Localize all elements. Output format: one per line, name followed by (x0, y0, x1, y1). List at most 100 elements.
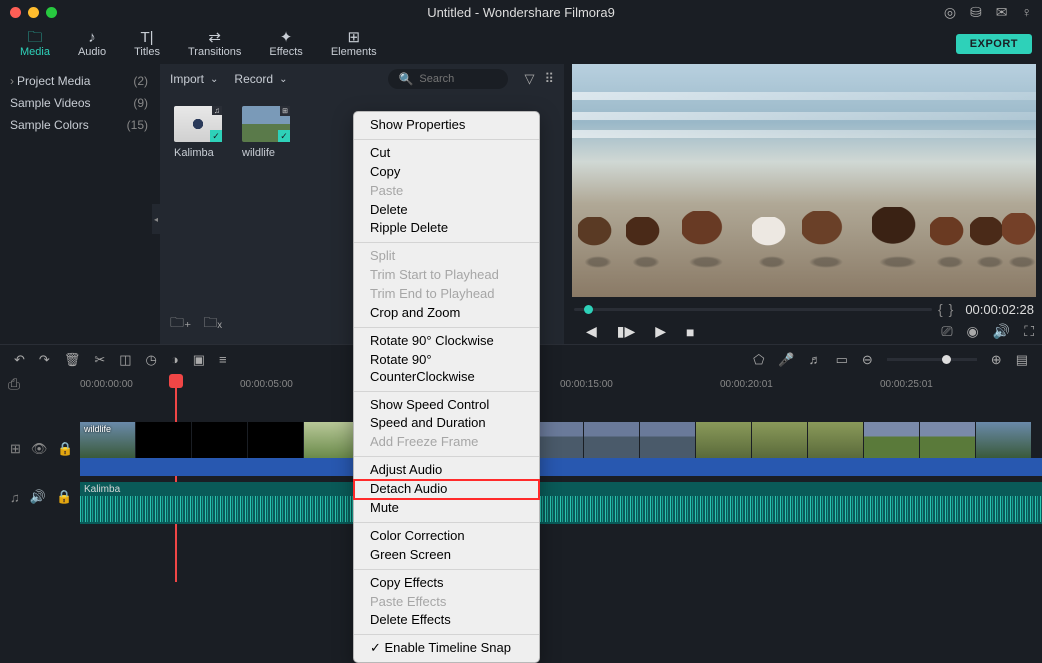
context-menu-item[interactable]: Rotate 90° Clockwise (354, 332, 539, 351)
advanced-tools-icon[interactable]: ≡ (219, 352, 227, 367)
context-menu-item[interactable]: Adjust Audio (354, 461, 539, 480)
media-thumb-kalimba[interactable]: ♫✓ Kalimba (174, 106, 222, 159)
display-settings-icon[interactable]: ⎚ (941, 323, 952, 340)
account-icon[interactable]: ◎ (944, 4, 956, 21)
prev-frame-button[interactable]: ◀ (586, 323, 597, 340)
minimize-window-button[interactable] (28, 7, 39, 18)
tab-titles[interactable]: T| Titles (120, 28, 174, 60)
tab-effects[interactable]: ✦ Effects (255, 28, 316, 60)
grid-view-icon[interactable]: ⠿ (544, 71, 554, 87)
film-badge-icon: ⊞ (280, 106, 290, 116)
track-visibility-icon[interactable]: 👁 (31, 441, 48, 457)
play-pause-button[interactable]: ▮▶ (617, 323, 635, 340)
zoom-out-icon[interactable]: ⊖ (862, 352, 873, 368)
track-mute-icon[interactable]: 🔊 (30, 489, 46, 505)
delete-icon[interactable]: 🗑 (64, 352, 81, 368)
chevron-right-icon: › (10, 74, 14, 88)
crop-icon[interactable]: ◫ (119, 352, 131, 368)
context-menu-item[interactable]: Detach Audio (354, 480, 539, 499)
sidebar-item-project-media[interactable]: ›Project Media (2) (0, 70, 160, 92)
filter-icon[interactable]: ▽ (524, 71, 534, 87)
mail-icon[interactable]: ✉ (996, 4, 1008, 21)
close-window-button[interactable] (10, 7, 21, 18)
redo-icon[interactable]: ↷ (39, 352, 50, 368)
context-menu-item[interactable]: Cut (354, 144, 539, 163)
search-input[interactable] (419, 73, 498, 85)
sidebar-collapse-handle[interactable]: ◂ (152, 204, 160, 234)
audio-track-1[interactable]: Kalimba (80, 482, 1042, 524)
context-menu-item: Trim End to Playhead (354, 285, 539, 304)
context-menu-item: Paste Effects (354, 593, 539, 612)
preview-panel: {} 00:00:02:28 ◀ ▮▶ ▶ ■ ⎚ ◉ 🔊 ⛶ (564, 64, 1042, 344)
export-button[interactable]: EXPORT (956, 34, 1032, 54)
context-menu-item[interactable]: Ripple Delete (354, 219, 539, 238)
mark-in-icon[interactable]: { (938, 301, 943, 317)
snapshot-icon[interactable]: ◉ (967, 323, 979, 340)
split-icon[interactable]: ✂ (94, 352, 105, 368)
video-clip-audio-strip[interactable] (80, 458, 1042, 476)
context-menu-item[interactable]: Copy (354, 163, 539, 182)
context-menu-separator (354, 569, 539, 570)
media-thumb-wildlife[interactable]: ⊞✓ wildlife (242, 106, 290, 159)
context-menu-item[interactable]: Speed and Duration (354, 414, 539, 433)
track-lock-icon[interactable]: 🔒 (56, 489, 72, 505)
tab-audio[interactable]: ♪ Audio (64, 28, 120, 60)
context-menu-item[interactable]: Crop and Zoom (354, 304, 539, 323)
mixer-icon[interactable]: ♬ (809, 352, 822, 367)
context-menu-item: Add Freeze Frame (354, 433, 539, 452)
audio-clip-kalimba[interactable]: Kalimba (80, 482, 1042, 524)
window-title: Untitled - Wondershare Filmora9 (427, 5, 615, 20)
voice-icon[interactable]: 🎤 (778, 352, 794, 368)
video-track-1[interactable]: wildlife (80, 422, 1042, 476)
context-menu-item[interactable]: Green Screen (354, 546, 539, 565)
volume-icon[interactable]: 🔊 (993, 323, 1010, 340)
import-dropdown[interactable]: Import⌄ (170, 72, 218, 86)
context-menu-item[interactable]: Copy Effects (354, 574, 539, 593)
context-menu-item[interactable]: Delete Effects (354, 611, 539, 630)
track-height-icon[interactable]: ▤ (1016, 352, 1028, 368)
new-folder-icon[interactable]: 🗀₊ (170, 312, 191, 336)
ruler-tick: 00:00:15:00 (560, 379, 613, 390)
context-menu-separator (354, 522, 539, 523)
context-menu-item[interactable]: Color Correction (354, 527, 539, 546)
delete-folder-icon[interactable]: 🗀ₓ (203, 312, 222, 336)
zoom-in-icon[interactable]: ⊕ (991, 352, 1002, 368)
cart-icon[interactable]: ⛁ (970, 4, 982, 21)
context-menu-item[interactable]: Show Properties (354, 116, 539, 135)
zoom-slider[interactable] (887, 358, 977, 361)
context-menu-item[interactable]: Rotate 90° CounterClockwise (354, 351, 539, 387)
stop-button[interactable]: ■ (686, 324, 694, 340)
context-menu-separator (354, 139, 539, 140)
context-menu-item[interactable]: Delete (354, 201, 539, 220)
context-menu-item[interactable]: Mute (354, 499, 539, 518)
context-menu-item[interactable]: ✓ Enable Timeline Snap (354, 639, 539, 658)
fullscreen-icon[interactable]: ⛶ (1024, 323, 1034, 340)
notifications-icon[interactable]: ♀ (1022, 4, 1033, 21)
top-tabs-bar: 🗀 Media ♪ Audio T| Titles ⇄ Transitions … (0, 24, 1042, 64)
tab-elements[interactable]: ⊞ Elements (317, 28, 391, 60)
context-menu-item[interactable]: Show Speed Control (354, 396, 539, 415)
track-lock-icon[interactable]: 🔒 (57, 441, 73, 457)
ruler-tick: 00:00:00:00 (80, 379, 133, 390)
folder-icon: 🗀 (27, 30, 42, 45)
green-screen-icon[interactable]: ▣ (193, 352, 205, 368)
sidebar-item-sample-videos[interactable]: Sample Videos (9) (0, 92, 160, 114)
tab-media[interactable]: 🗀 Media (6, 28, 64, 60)
record-dropdown[interactable]: Record⌄ (234, 72, 287, 86)
mark-out-icon[interactable]: } (949, 301, 954, 317)
context-menu-item: Split (354, 247, 539, 266)
speed-icon[interactable]: ◷ (146, 352, 157, 368)
render-icon[interactable]: ▭ (836, 352, 848, 368)
media-search[interactable]: 🔍 (388, 69, 508, 89)
undo-icon[interactable]: ↶ (14, 352, 25, 368)
preview-scrubber[interactable] (574, 308, 932, 311)
sidebar-item-sample-colors[interactable]: Sample Colors (15) (0, 114, 160, 136)
color-grade-icon[interactable]: ◑ (171, 352, 179, 367)
preview-viewport[interactable] (572, 64, 1036, 297)
play-button[interactable]: ▶ (655, 323, 666, 340)
video-clip-wildlife[interactable]: wildlife (80, 422, 1042, 458)
tab-transitions[interactable]: ⇄ Transitions (174, 28, 255, 60)
waveform (80, 496, 1042, 522)
marker-icon[interactable]: ⬠ (753, 352, 764, 368)
maximize-window-button[interactable] (46, 7, 57, 18)
